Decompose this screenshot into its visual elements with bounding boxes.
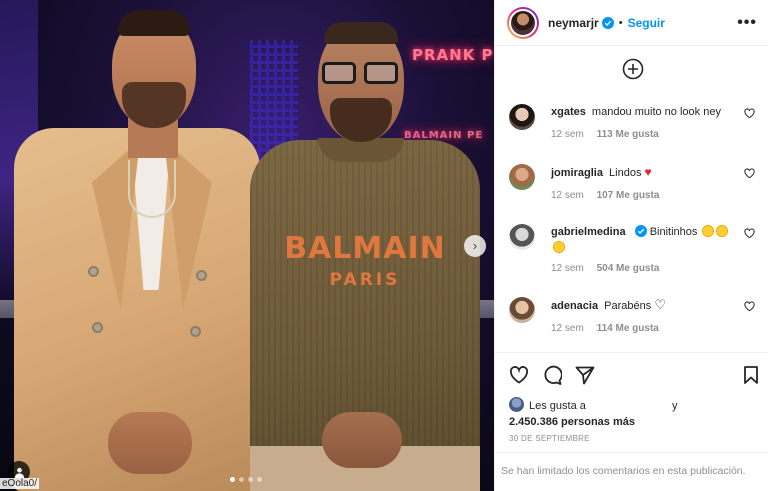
comment-text: jomiraglia Lindos ♥	[551, 164, 759, 181]
verified-badge-icon	[601, 16, 614, 29]
comment-like-icon[interactable]	[744, 228, 755, 239]
comment: jomiraglia Lindos ♥ 12 sem 107 Me gusta	[509, 164, 759, 201]
comment-icon[interactable]	[542, 365, 562, 385]
comment-avatar[interactable]	[509, 224, 535, 250]
comment-body: Parabéns	[604, 300, 652, 312]
suit-button	[196, 270, 207, 281]
share-icon[interactable]	[575, 365, 595, 385]
suit-button	[190, 326, 201, 337]
liked-by-prefix: Les gusta a	[529, 400, 586, 412]
comment-avatar[interactable]	[509, 104, 535, 130]
crazy-face-emoji-icon	[702, 225, 715, 237]
comment-like-icon[interactable]	[744, 108, 755, 119]
post-actions-bar	[495, 352, 768, 394]
comment-time: 12 sem	[551, 263, 584, 274]
comment-avatar[interactable]	[509, 297, 535, 323]
comment-avatar[interactable]	[509, 164, 535, 190]
carousel-dots	[230, 477, 262, 482]
post-side-panel: neymarjr • Seguir ••• xgates mandou muit…	[494, 0, 768, 491]
avatar[interactable]	[507, 6, 539, 39]
person-left-hair	[118, 10, 190, 36]
verified-badge-icon	[634, 225, 647, 237]
crazy-face-emoji-icon	[553, 241, 565, 253]
comment-meta: 12 sem 114 Me gusta	[551, 323, 759, 334]
suit-button	[88, 266, 99, 277]
comment-likes[interactable]: 504 Me gusta	[597, 263, 660, 274]
carousel-dot	[248, 477, 253, 482]
comment-text: adenacia Parabéns ♡	[551, 297, 759, 314]
comment-text: gabrielmedina Binitinhos	[551, 224, 759, 256]
bookmark-icon[interactable]	[741, 365, 761, 385]
likes-count[interactable]: 2.450.386 personas más	[509, 414, 678, 430]
comment: xgates mandou muito no look ney 12 sem 1…	[509, 104, 759, 140]
white-heart-emoji-icon: ♡	[654, 297, 666, 312]
comments-limited-notice: Se han limitado los comentarios en esta …	[495, 452, 768, 491]
comment-body: Binitinhos	[649, 226, 698, 238]
comment-meta: 12 sem 113 Me gusta	[551, 129, 759, 140]
comment-text: xgates mandou muito no look ney	[551, 104, 759, 120]
comment-time: 12 sem	[551, 190, 584, 201]
load-more-comments-icon[interactable]	[622, 58, 644, 80]
post-date[interactable]: 30 DE SEPTIEMBRE	[509, 434, 590, 443]
comment-time: 12 sem	[551, 323, 584, 334]
comment-meta: 12 sem 504 Me gusta	[551, 263, 759, 274]
watermark: eOola0/	[0, 478, 40, 489]
carousel-next-button[interactable]: ›	[464, 235, 486, 257]
comment-like-icon[interactable]	[744, 168, 755, 179]
glasses	[322, 62, 400, 86]
crazy-face-emoji-icon	[716, 225, 729, 237]
follow-button[interactable]: Seguir	[628, 16, 665, 30]
liked-by-connector: y	[672, 400, 678, 412]
suit-button	[92, 322, 103, 333]
comment-body: mandou muito no look ney	[591, 106, 721, 118]
post-header: neymarjr • Seguir •••	[495, 0, 768, 46]
sweater-logo: BALMAIN PARIS	[272, 231, 458, 291]
carousel-dot	[230, 477, 235, 482]
comment: adenacia Parabéns ♡ 12 sem 114 Me gusta	[509, 297, 759, 334]
carousel-dot	[257, 477, 262, 482]
carousel-dot	[239, 477, 244, 482]
comment-username[interactable]: adenacia	[551, 300, 598, 312]
comment-likes[interactable]: 107 Me gusta	[597, 190, 660, 201]
person-right-hair	[324, 22, 398, 44]
person-left-hands	[108, 412, 192, 474]
sweater-logo-line2: PARIS	[329, 270, 401, 290]
username[interactable]: neymarjr	[548, 16, 599, 30]
comment-like-icon[interactable]	[744, 301, 755, 312]
comment: gabrielmedina Binitinhos 12 sem 504 Me g…	[509, 224, 759, 274]
necklace	[128, 160, 176, 218]
comment-body: Lindos	[609, 167, 642, 179]
comment-likes[interactable]: 114 Me gusta	[597, 323, 659, 334]
neon-sign: PRANK P	[412, 46, 494, 64]
heart-icon[interactable]	[509, 365, 529, 385]
comment-username[interactable]: gabrielmedina	[551, 226, 626, 238]
comment-username[interactable]: xgates	[551, 106, 586, 118]
liked-by: Les gusta a y 2.450.386 personas más	[509, 397, 678, 430]
separator: •	[618, 16, 623, 29]
post-photo: PRANK P BALMAIN PE BALMAIN PARIS › eOola…	[0, 0, 494, 491]
liked-by-avatar[interactable]	[509, 397, 524, 412]
comment-meta: 12 sem 107 Me gusta	[551, 190, 759, 201]
red-heart-emoji-icon: ♥	[644, 165, 652, 179]
more-options-icon[interactable]: •••	[737, 14, 757, 32]
comment-likes[interactable]: 113 Me gusta	[597, 129, 659, 140]
sweater-logo-line1: BALMAIN	[284, 231, 446, 266]
comment-username[interactable]: jomiraglia	[551, 167, 603, 179]
comment-time: 12 sem	[551, 129, 584, 140]
person-right-hands	[322, 412, 402, 468]
